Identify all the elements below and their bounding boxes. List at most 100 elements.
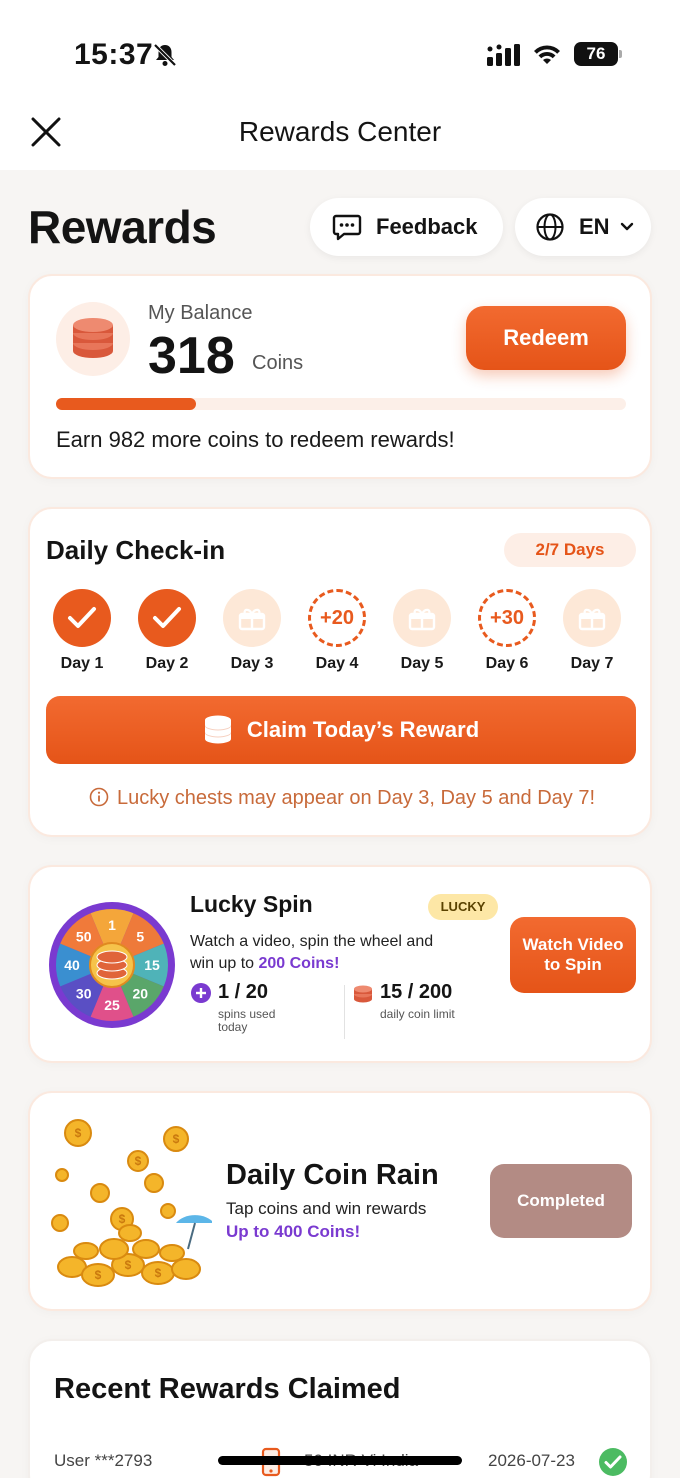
wheel-value: 15 <box>144 957 160 973</box>
coin-stack-icon <box>354 985 372 1002</box>
balance-label: My Balance <box>148 302 253 324</box>
feedback-button[interactable]: Feedback <box>310 198 503 256</box>
recent-rewards-title: Recent Rewards Claimed <box>54 1373 401 1405</box>
check-icon <box>138 589 196 647</box>
chat-bubble-icon <box>332 214 362 241</box>
bell-muted-icon <box>153 43 177 67</box>
svg-text:$: $ <box>75 1126 82 1140</box>
balance-unit: Coins <box>252 352 304 374</box>
spins-used-stat: 1 / 20 spins used today <box>190 981 308 1034</box>
daily-coin-limit-value: 15 / 200 <box>380 981 453 1003</box>
checkin-day[interactable]: +20 Day 4 <box>297 589 377 673</box>
cellular-signal-icon <box>487 44 520 66</box>
balance-progress-bar <box>56 398 626 410</box>
nav-bar: Rewards Center <box>0 100 680 170</box>
wheel-coin <box>96 950 128 964</box>
coin-rain-completed-button[interactable]: Completed <box>490 1164 632 1238</box>
coin-rain-card: $ $ $ $ $ $ $ Daily Coin Rain Tap coins and w… <box>28 1091 652 1311</box>
checkin-day-label: Day 3 <box>230 655 274 672</box>
daily-coin-limit-stat: 15 / 200 daily coin limit <box>352 981 460 1021</box>
checkin-day-label: Day 2 <box>145 655 189 672</box>
language-label: EN <box>579 214 610 239</box>
claim-reward-label: Claim Today’s Reward <box>246 717 480 742</box>
daily-coin-limit-label: daily coin limit <box>380 1007 455 1021</box>
check-icon <box>53 589 111 647</box>
battery-level: 76 <box>574 42 618 66</box>
bonus-amount: +30 <box>490 606 524 629</box>
status-time: 15:37 <box>74 38 154 71</box>
svg-text:$: $ <box>135 1154 142 1168</box>
recent-user: User ***2793 <box>54 1451 153 1470</box>
status-bar: 15:37 76 <box>0 0 680 100</box>
checkin-title: Daily Check-in <box>46 535 226 565</box>
coin-rain-illustration-icon: $ $ $ $ $ $ $ <box>51 1119 212 1287</box>
feedback-label: Feedback <box>376 214 478 239</box>
spin-description: Watch a video, spin the wheel and win up… <box>190 931 440 975</box>
bonus-amount: +20 <box>320 606 354 629</box>
lucky-badge: LUCKY <box>428 894 498 920</box>
spin-wheel-icon[interactable]: 15152025304050 <box>48 901 176 1029</box>
spin-desc-highlight: 200 Coins! <box>258 955 340 972</box>
checkin-day-label: Day 1 <box>60 655 104 672</box>
coin-stack-icon <box>204 715 231 744</box>
svg-text:$: $ <box>95 1268 102 1282</box>
spin-title: Lucky Spin <box>190 891 313 917</box>
checkin-note-text: Lucky chests may appear on Day 3, Day 5 … <box>116 787 596 809</box>
checkin-day[interactable]: Day 5 <box>382 589 462 673</box>
battery-indicator: 76 <box>574 42 622 66</box>
battery-cap <box>619 50 622 58</box>
checkin-note: Lucky chests may appear on Day 3, Day 5 … <box>30 787 654 810</box>
check-circle-icon <box>599 1448 627 1476</box>
plus-circle-icon <box>191 982 211 1003</box>
info-icon <box>89 787 109 807</box>
nav-title: Rewards Center <box>238 116 442 147</box>
gift-chest-icon <box>563 589 621 647</box>
coin-rain-description: Tap coins and win rewards <box>226 1199 427 1218</box>
checkin-day[interactable]: Day 1 <box>42 589 122 673</box>
svg-text:$: $ <box>173 1132 180 1146</box>
stat-divider <box>344 985 345 1039</box>
balance-value: 318 <box>148 327 235 385</box>
svg-text:$: $ <box>155 1266 162 1280</box>
wheel-value: 5 <box>136 929 144 945</box>
recent-date: 2026-07-23 <box>488 1451 575 1470</box>
wheel-value: 40 <box>64 957 80 973</box>
balance-hint: Earn 982 more coins to redeem rewards! <box>56 427 455 452</box>
checkin-day-label: Day 7 <box>570 655 614 672</box>
language-selector[interactable]: EN <box>515 198 651 256</box>
checkin-day[interactable]: Day 2 <box>127 589 207 673</box>
checkin-day-label: Day 5 <box>400 655 444 672</box>
globe-icon <box>536 213 564 241</box>
page-title: Rewards <box>28 201 217 253</box>
coin-stack-badge <box>56 302 130 376</box>
checkin-day[interactable]: Day 7 <box>552 589 632 673</box>
checkin-progress-badge: 2/7 Days <box>504 533 636 567</box>
coin-rain-highlight: Up to 400 Coins! <box>226 1222 361 1241</box>
balance-progress-fill <box>56 398 196 410</box>
chevron-down-icon <box>620 222 633 231</box>
watch-video-spin-button[interactable]: Watch Video to Spin <box>510 917 636 993</box>
coin-stack-icon <box>73 318 113 358</box>
wheel-value: 20 <box>132 985 148 1001</box>
bonus-coin-badge: +30 <box>478 589 536 647</box>
redeem-button[interactable]: Redeem <box>466 306 626 370</box>
gift-chest-icon <box>223 589 281 647</box>
home-indicator <box>218 1456 462 1465</box>
coin-rain-title: Daily Coin Rain <box>226 1159 439 1191</box>
balance-card: My Balance 318 Coins Redeem Earn 982 mor… <box>28 274 652 479</box>
lucky-spin-card: 1 5 15 20 25 30 40 50 Lucky Spin LUCKY Watch a … <box>28 865 652 1063</box>
wheel-value: 50 <box>76 929 92 945</box>
bonus-coin-badge: +20 <box>308 589 366 647</box>
wheel-value: 30 <box>76 985 92 1001</box>
claim-reward-button[interactable]: Claim Today’s Reward <box>46 696 636 764</box>
checkin-day[interactable]: Day 3 <box>212 589 292 673</box>
wheel-value: 25 <box>104 997 120 1013</box>
checkin-day-label: Day 4 <box>315 655 359 672</box>
daily-checkin-card: Daily Check-in 2/7 Days Day 1 Day 2 Day 3 +… <box>28 507 652 837</box>
svg-text:$: $ <box>119 1212 126 1226</box>
wifi-icon <box>534 45 560 64</box>
checkin-day[interactable]: +30 Day 6 <box>467 589 547 673</box>
spins-used-value: 1 / 20 <box>218 981 269 1003</box>
spins-used-label: spins used today <box>218 1007 276 1034</box>
gift-chest-icon <box>393 589 451 647</box>
